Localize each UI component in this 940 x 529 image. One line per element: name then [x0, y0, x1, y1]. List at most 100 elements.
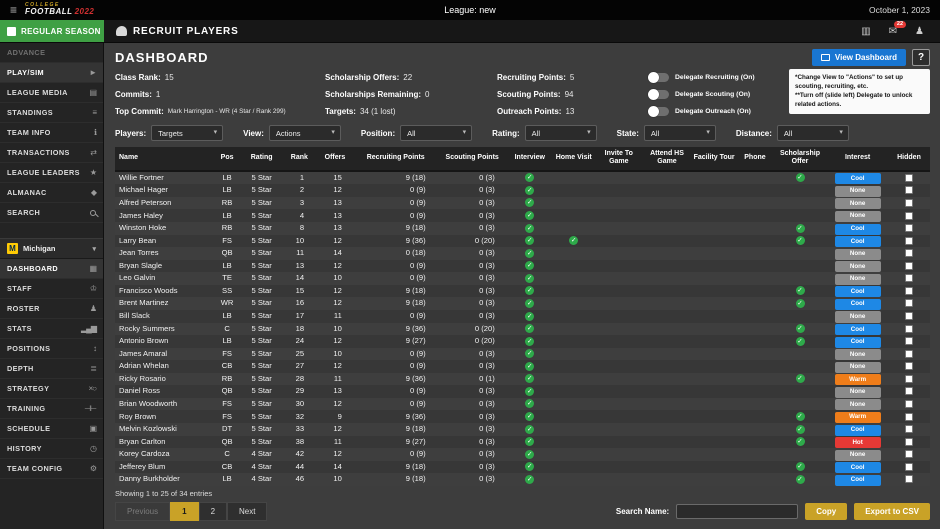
sidebar-item[interactable]: LEAGUE LEADERS ★	[0, 163, 103, 183]
hidden-checkbox[interactable]	[905, 475, 913, 483]
hidden-checkbox[interactable]	[905, 249, 913, 257]
cell-name[interactable]: James Amaral	[115, 348, 213, 361]
col-interest[interactable]: Interest	[827, 147, 888, 171]
interest-button[interactable]: Cool	[835, 324, 881, 335]
hidden-checkbox[interactable]	[905, 325, 913, 333]
col-interview[interactable]: Interview	[507, 147, 553, 171]
filter-select[interactable]: All	[644, 125, 716, 141]
table-row[interactable]: Antonio Brown LB 5 Star 24 12 9 (27) 0 (…	[115, 335, 930, 348]
col-hidden[interactable]: Hidden	[888, 147, 930, 171]
toggle-switch[interactable]	[649, 107, 669, 116]
interest-button[interactable]: Cool	[835, 173, 881, 184]
page-button[interactable]: Previous	[115, 502, 170, 521]
toggle-switch[interactable]	[649, 73, 669, 82]
hidden-checkbox[interactable]	[905, 237, 913, 245]
hidden-checkbox[interactable]	[905, 199, 913, 207]
sidebar-item[interactable]: SEARCH	[0, 203, 103, 223]
hidden-checkbox[interactable]	[905, 262, 913, 270]
filter-select[interactable]: All	[400, 125, 472, 141]
menu-icon[interactable]: ≡	[10, 4, 17, 16]
table-row[interactable]: Winston Hoke RB 5 Star 8 13 9 (18) 0 (3)…	[115, 222, 930, 235]
sidebar-item[interactable]: STANDINGS ≡	[0, 103, 103, 123]
sidebar-item[interactable]: ROSTER ♟	[0, 299, 103, 319]
hidden-checkbox[interactable]	[905, 212, 913, 220]
cell-name[interactable]: Ricky Rosario	[115, 373, 213, 386]
table-row[interactable]: Bryan Slagle LB 5 Star 13 12 0 (9) 0 (3)…	[115, 260, 930, 273]
table-row[interactable]: Jean Torres QB 5 Star 11 14 0 (18) 0 (3)…	[115, 247, 930, 260]
table-row[interactable]: Leo Galvin TE 5 Star 14 10 0 (9) 0 (3) ✓…	[115, 272, 930, 285]
table-row[interactable]: Francisco Woods SS 5 Star 15 12 9 (18) 0…	[115, 285, 930, 298]
hidden-checkbox[interactable]	[905, 425, 913, 433]
hidden-checkbox[interactable]	[905, 400, 913, 408]
cell-name[interactable]: Melvin Kozlowski	[115, 423, 213, 436]
sidebar-item[interactable]: LEAGUE MEDIA ▤	[0, 83, 103, 103]
cell-name[interactable]: Winston Hoke	[115, 222, 213, 235]
table-row[interactable]: Korey Cardoza C 4 Star 42 12 0 (9) 0 (3)…	[115, 448, 930, 461]
sidebar-item[interactable]: PLAY/SIM ►	[0, 63, 103, 83]
interest-button[interactable]: Cool	[835, 462, 881, 473]
hidden-checkbox[interactable]	[905, 299, 913, 307]
sidebar-item[interactable]: DASHBOARD ▦	[0, 259, 103, 279]
table-row[interactable]: Danny Burkholder LB 4 Star 46 10 9 (18) …	[115, 473, 930, 486]
sidebar-item[interactable]: TEAM CONFIG ⚙	[0, 459, 103, 479]
cell-name[interactable]: Bill Slack	[115, 310, 213, 323]
page-button[interactable]: Next	[227, 502, 267, 521]
copy-button[interactable]: Copy	[805, 503, 847, 520]
table-row[interactable]: Bryan Carlton QB 5 Star 38 11 9 (27) 0 (…	[115, 436, 930, 449]
cell-name[interactable]: Bryan Slagle	[115, 260, 213, 273]
hidden-checkbox[interactable]	[905, 450, 913, 458]
col-scouting-points[interactable]: Scouting Points	[438, 147, 507, 171]
hidden-checkbox[interactable]	[905, 337, 913, 345]
table-row[interactable]: James Amaral FS 5 Star 25 10 0 (9) 0 (3)…	[115, 348, 930, 361]
interest-button[interactable]: None	[835, 387, 881, 398]
export-csv-button[interactable]: Export to CSV	[854, 503, 930, 520]
col-rank[interactable]: Rank	[283, 147, 317, 171]
cell-name[interactable]: Leo Galvin	[115, 272, 213, 285]
sidebar-item[interactable]: ALMANAC ◆	[0, 183, 103, 203]
sidebar-item[interactable]: STAFF ♔	[0, 279, 103, 299]
hidden-checkbox[interactable]	[905, 438, 913, 446]
interest-button[interactable]: None	[835, 311, 881, 322]
hidden-checkbox[interactable]	[905, 350, 913, 358]
hidden-checkbox[interactable]	[905, 463, 913, 471]
hidden-checkbox[interactable]	[905, 387, 913, 395]
interest-button[interactable]: Cool	[835, 475, 881, 486]
interest-button[interactable]: Warm	[835, 374, 881, 385]
cell-name[interactable]: Jefferey Blum	[115, 461, 213, 474]
sidebar-item[interactable]: SCHEDULE ▣	[0, 419, 103, 439]
table-row[interactable]: Bill Slack LB 5 Star 17 11 0 (9) 0 (3) ✓…	[115, 310, 930, 323]
view-dashboard-button[interactable]: View Dashboard	[812, 49, 906, 66]
interest-button[interactable]: Cool	[835, 299, 881, 310]
cell-name[interactable]: Rocky Summers	[115, 323, 213, 336]
page-button[interactable]: 2	[199, 502, 227, 521]
table-row[interactable]: Alfred Peterson RB 5 Star 3 13 0 (9) 0 (…	[115, 197, 930, 210]
cell-name[interactable]: Brent Martinez	[115, 297, 213, 310]
table-row[interactable]: Melvin Kozlowski DT 5 Star 33 12 9 (18) …	[115, 423, 930, 436]
interest-button[interactable]: None	[835, 198, 881, 209]
sidebar-item[interactable]: HISTORY ◷	[0, 439, 103, 459]
regular-season-button[interactable]: REGULAR SEASON	[0, 20, 104, 42]
table-row[interactable]: Larry Bean FS 5 Star 10 12 9 (36) 0 (20)…	[115, 235, 930, 248]
cell-name[interactable]: Brian Woodworth	[115, 398, 213, 411]
col-recruiting-points[interactable]: Recruiting Points	[354, 147, 438, 171]
hidden-checkbox[interactable]	[905, 362, 913, 370]
hidden-checkbox[interactable]	[905, 186, 913, 194]
cell-name[interactable]: Roy Brown	[115, 410, 213, 423]
sidebar-item[interactable]: ADVANCE	[0, 43, 103, 63]
interest-button[interactable]: Cool	[835, 337, 881, 348]
hidden-checkbox[interactable]	[905, 312, 913, 320]
cell-name[interactable]: Adrian Whelan	[115, 360, 213, 373]
cell-name[interactable]: Bryan Carlton	[115, 436, 213, 449]
interest-button[interactable]: Cool	[835, 425, 881, 436]
cell-name[interactable]: Willie Fortner	[115, 171, 213, 185]
cell-name[interactable]: James Haley	[115, 209, 213, 222]
sidebar-item[interactable]: DEPTH ≣	[0, 359, 103, 379]
table-row[interactable]: Roy Brown FS 5 Star 32 9 9 (36) 0 (3) ✓ …	[115, 410, 930, 423]
interest-button[interactable]: None	[835, 450, 881, 461]
filter-select[interactable]: Actions	[269, 125, 341, 141]
cell-name[interactable]: Jean Torres	[115, 247, 213, 260]
col-offers[interactable]: Offers	[316, 147, 354, 171]
cell-name[interactable]: Michael Hager	[115, 184, 213, 197]
users-icon[interactable]: ♟	[915, 26, 924, 37]
interest-button[interactable]: None	[835, 186, 881, 197]
